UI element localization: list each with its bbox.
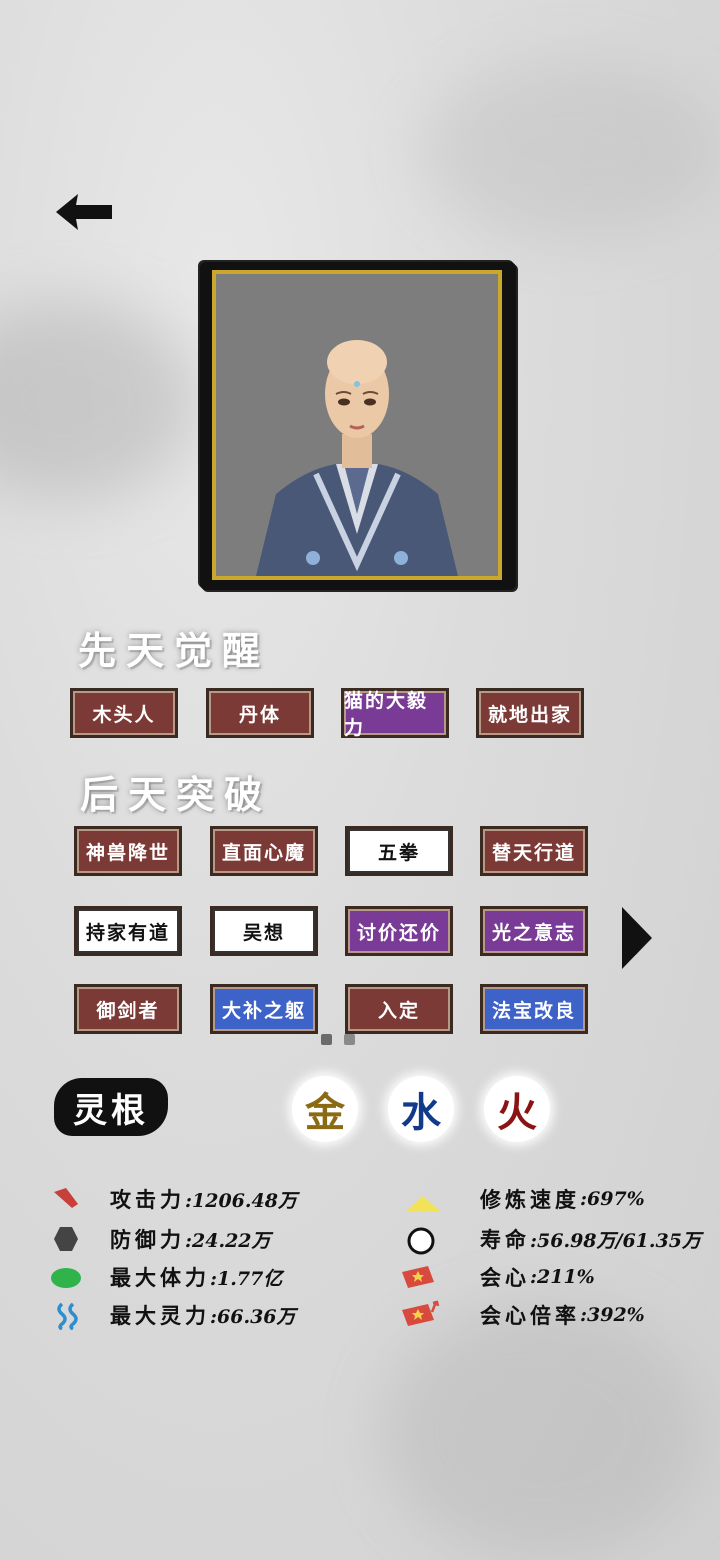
stat-max-hp: 最大体力:1.77亿: [110, 1262, 282, 1292]
acquired-tag[interactable]: 讨价还价: [345, 906, 453, 956]
element-badge: 金: [292, 1076, 358, 1142]
defense-icon: [52, 1225, 80, 1257]
character-portrait: [212, 270, 502, 580]
acquired-title: 后天突破: [80, 772, 273, 817]
stat-label: 最大体力: [110, 1265, 210, 1290]
back-button[interactable]: [52, 190, 114, 234]
spirit-root-label: 灵根: [54, 1078, 168, 1136]
stat-max-mp: 最大灵力:66.36万: [110, 1300, 296, 1330]
hp-icon: [50, 1266, 82, 1294]
stat-label: 防御力: [110, 1227, 185, 1252]
acquired-tag[interactable]: 持家有道: [74, 906, 182, 956]
cultivation-icon: [404, 1192, 442, 1218]
stat-value: :56.98万/61.35万: [530, 1229, 701, 1252]
acquired-tag[interactable]: 光之意志: [480, 906, 588, 956]
crit-multiplier-icon: [400, 1300, 440, 1332]
mp-icon: [54, 1302, 82, 1334]
stat-value: :24.22万: [185, 1229, 271, 1252]
acquired-tag[interactable]: 五拳: [345, 826, 453, 876]
ink-wash: [420, 60, 720, 240]
stat-attack: 攻击力:1206.48万: [110, 1184, 297, 1214]
stat-value: :697%: [580, 1188, 645, 1210]
stat-label: 修炼速度: [480, 1187, 580, 1212]
acquired-tag[interactable]: 大补之躯: [210, 984, 318, 1034]
innate-tag[interactable]: 丹体: [206, 688, 314, 738]
stat-label: 最大灵力: [110, 1303, 210, 1328]
element-badge: 火: [484, 1076, 550, 1142]
stat-value: :1206.48万: [185, 1189, 297, 1212]
attack-icon: [52, 1186, 80, 1214]
stat-cultivation-speed: 修炼速度:697%: [480, 1184, 645, 1214]
ink-wash: [0, 300, 200, 500]
acquired-tag[interactable]: 神兽降世: [74, 826, 182, 876]
stat-value: :66.36万: [210, 1305, 296, 1328]
innate-tag[interactable]: 木头人: [70, 688, 178, 738]
crit-icon: [400, 1264, 436, 1294]
next-page-button[interactable]: [620, 905, 654, 971]
stat-value: :211%: [530, 1266, 595, 1288]
acquired-tag[interactable]: 直面心魔: [210, 826, 318, 876]
stat-crit: 会心:211%: [480, 1262, 595, 1292]
acquired-tag[interactable]: 替天行道: [480, 826, 588, 876]
innate-tag[interactable]: 就地出家: [476, 688, 584, 738]
portrait-frame: [200, 262, 516, 590]
ink-wash: [380, 1300, 700, 1560]
stat-value: :1.77亿: [210, 1267, 283, 1290]
acquired-tag[interactable]: 吴想: [210, 906, 318, 956]
back-arrow-icon: [56, 194, 112, 230]
acquired-tag[interactable]: 入定: [345, 984, 453, 1034]
stat-label: 攻击力: [110, 1187, 185, 1212]
acquired-tag[interactable]: 御剑者: [74, 984, 182, 1034]
element-badge: 水: [388, 1076, 454, 1142]
monk-avatar: [256, 340, 458, 576]
triangle-right-icon: [622, 907, 652, 969]
stat-defense: 防御力:24.22万: [110, 1224, 271, 1254]
innate-tag[interactable]: 猫的大毅力: [341, 688, 449, 739]
acquired-tag[interactable]: 法宝改良: [480, 984, 588, 1034]
page-dot: [321, 1034, 332, 1045]
page-indicator: [321, 1034, 355, 1045]
innate-title: 先天觉醒: [78, 628, 271, 673]
stat-crit-multiplier: 会心倍率:392%: [480, 1300, 645, 1330]
lifespan-icon: [406, 1226, 436, 1260]
stat-value: :392%: [580, 1304, 645, 1326]
stat-lifespan: 寿命:56.98万/61.35万: [480, 1224, 701, 1254]
stat-label: 寿命: [480, 1227, 530, 1252]
stat-label: 会心: [480, 1265, 530, 1290]
stat-label: 会心倍率: [480, 1303, 580, 1328]
page-dot: [344, 1034, 355, 1045]
